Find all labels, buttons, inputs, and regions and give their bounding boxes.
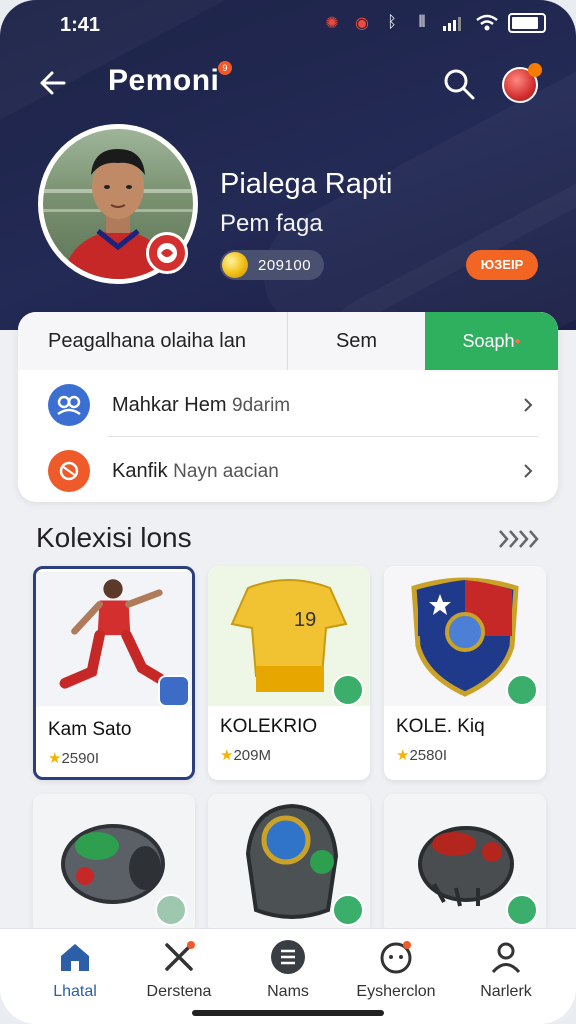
collection-card[interactable]: 19 KOLEKRIO ★209M [208, 566, 370, 780]
section-title: Kolexisi lons [36, 522, 192, 553]
battery-icon [508, 13, 546, 33]
row-title: Mahkar Hem [112, 393, 227, 416]
divider [108, 436, 538, 437]
coin-amount: 209100 [258, 256, 312, 274]
notification-dot [528, 63, 542, 77]
status-bar: 1:41 ✺ ◉ ᛒ ⦀ [0, 0, 576, 50]
user-avatar[interactable] [502, 63, 542, 103]
card-name: KOLEKRIO [220, 716, 318, 737]
face-icon [380, 941, 412, 974]
card-action-icon[interactable] [158, 675, 190, 707]
player-name: Pialega Rapti [220, 168, 393, 200]
tab-bar: Peagalhana olaiha lan Sem Soaph ● [18, 312, 558, 370]
row-label: Kanfik Nayn aacian [112, 460, 279, 483]
card-name: Kam Sato [48, 719, 132, 740]
player-subtitle: Pem faga [220, 210, 323, 237]
nav-explore[interactable]: Eysherclon [341, 939, 451, 1009]
nav-profile[interactable]: Narlerk [451, 939, 561, 1009]
ball-icon [48, 450, 90, 492]
card-price-value: 2580I [409, 747, 447, 764]
people-icon [48, 384, 90, 426]
bluetooth-icon: ᛒ [387, 14, 397, 31]
coin-balance: 209100 [220, 250, 324, 280]
card-action-icon[interactable] [155, 894, 187, 926]
row-title: Kanfik [112, 459, 168, 482]
card-action-icon[interactable] [332, 674, 364, 706]
nav-tools[interactable]: Derstena [124, 939, 234, 1009]
card-price: ★2590I [48, 749, 99, 767]
tab-indicator-dot: ● [514, 335, 521, 347]
collection-card[interactable]: Kam Sato ★2590I [33, 566, 195, 780]
star-icon: ★ [396, 747, 410, 764]
tab-soaph[interactable]: Soaph ● [425, 312, 558, 370]
collection-card[interactable] [208, 794, 370, 934]
home-icon [61, 944, 89, 971]
card-action-icon[interactable] [506, 894, 538, 926]
page-title: Pemoni [108, 64, 220, 97]
status-time: 1:41 [60, 14, 101, 36]
svg-text:19: 19 [294, 609, 316, 631]
row-subtitle: Nayn aacian [173, 460, 279, 482]
title-badge: 9 [218, 61, 232, 75]
phone-screen: 1:41 ✺ ◉ ᛒ ⦀ Pemoni 9 Pialega Rapti Pem … [0, 0, 576, 1024]
card-price: ★2580I [396, 746, 447, 764]
card-action-icon[interactable] [332, 894, 364, 926]
club-badge-icon [146, 232, 188, 274]
options-card: Peagalhana olaiha lan Sem Soaph ● Mahkar … [18, 312, 558, 502]
card-name: KOLE. Kiq [396, 716, 485, 737]
collection-card[interactable] [33, 794, 195, 934]
tab-sem[interactable]: Sem [288, 312, 425, 370]
card-price-value: 2590I [61, 750, 99, 767]
nav-label: Eysherclon [356, 983, 436, 1000]
tools-icon [165, 941, 195, 971]
top-app-bar: Pemoni 9 [0, 55, 576, 111]
tab-overview[interactable]: Peagalhana olaiha lan [18, 312, 288, 370]
star-icon: ★ [48, 750, 62, 767]
alarm-icon: ◉ [355, 15, 369, 32]
list-item[interactable]: Mahkar Hem 9darim [18, 372, 558, 438]
signal-icon [443, 17, 461, 31]
profile-icon [491, 942, 521, 974]
list-icon [271, 940, 305, 974]
card-price-value: 209M [233, 747, 271, 764]
list-item[interactable]: Kanfik Nayn aacian [18, 438, 558, 502]
card-action-icon[interactable] [506, 674, 538, 706]
tab-soaph-label: Soaph [462, 330, 515, 351]
search-icon[interactable] [440, 65, 478, 103]
chevron-right-icon [524, 398, 533, 412]
nav-label: Lhatal [53, 983, 97, 1000]
chevron-right-icon [524, 464, 533, 478]
nav-list[interactable]: Nams [233, 939, 343, 1009]
home-indicator [192, 1010, 384, 1016]
header-action-button[interactable]: ЮЗЕІР [466, 250, 538, 280]
nav-home[interactable]: Lhatal [20, 939, 130, 1009]
see-more-arrows-icon[interactable] [496, 525, 540, 553]
wifi-icon [476, 14, 498, 31]
card-price: ★209M [220, 746, 271, 764]
back-arrow-icon[interactable] [34, 63, 74, 103]
profile-header: 1:41 ✺ ◉ ᛒ ⦀ Pemoni 9 Pialega Rapti Pem … [0, 0, 576, 330]
gear-icon: ✺ [325, 15, 339, 32]
collection-card[interactable] [384, 794, 546, 934]
row-label: Mahkar Hem 9darim [112, 394, 290, 417]
nav-label: Nams [267, 983, 309, 1000]
coin-icon [222, 252, 248, 278]
star-icon: ★ [220, 747, 234, 764]
nav-label: Narlerk [480, 983, 532, 1000]
vibrate-icon: ⦀ [418, 14, 426, 31]
nav-label: Derstena [146, 983, 212, 1000]
collection-card[interactable]: KOLE. Kiq ★2580I [384, 566, 546, 780]
row-subtitle: 9darim [232, 394, 291, 416]
